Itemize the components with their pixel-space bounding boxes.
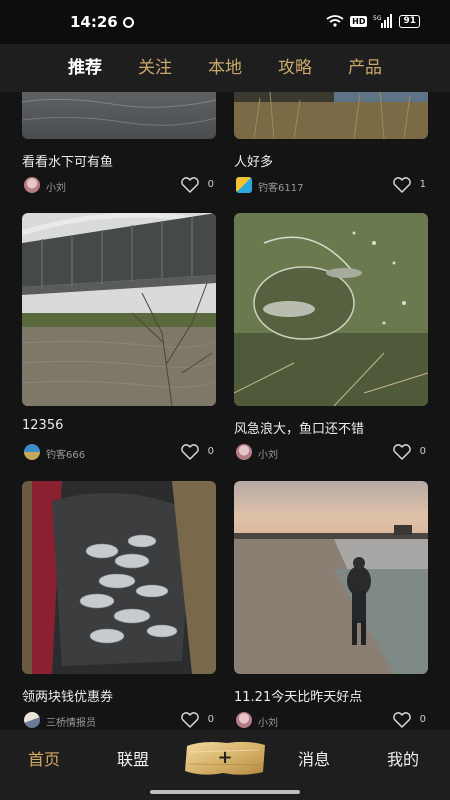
heart-icon[interactable]: [392, 443, 412, 461]
signal-icon: 5G: [373, 14, 393, 28]
post-card[interactable]: 人好多 钓客6117 1: [234, 92, 428, 196]
post-photo[interactable]: [234, 92, 428, 139]
tab-guides[interactable]: 攻略: [260, 44, 330, 92]
avatar: [236, 444, 252, 460]
like-count: 1: [419, 179, 426, 190]
heart-icon[interactable]: [180, 176, 200, 194]
top-tab-bar: 推荐 关注 本地 攻略 产品: [0, 44, 450, 92]
heart-icon[interactable]: [180, 443, 200, 461]
post-title: 领两块钱优惠券: [22, 690, 114, 704]
avatar: [24, 712, 40, 728]
post-card[interactable]: 看看水下可有鱼 小刘 0: [22, 92, 216, 196]
status-time: 14:26: [70, 13, 118, 31]
post-meta: 小刘 0: [234, 441, 428, 463]
post-author: 小刘: [258, 718, 278, 729]
post-photo[interactable]: [22, 92, 216, 139]
nav-messages[interactable]: 消息: [298, 746, 330, 770]
tab-products[interactable]: 产品: [330, 44, 400, 92]
post-title: 11.21今天比昨天好点: [234, 690, 363, 704]
post-author: 钓客666: [46, 450, 86, 461]
post-card[interactable]: 12356 钓客666 0: [22, 213, 216, 463]
post-card[interactable]: 领两块钱优惠券 三桥情报员 0: [22, 481, 216, 730]
post-photo[interactable]: [234, 213, 428, 406]
post-meta: 小刘 0: [22, 174, 216, 196]
post-title: 看看水下可有鱼: [22, 155, 114, 169]
post-card[interactable]: 11.21今天比昨天好点 小刘 0: [234, 481, 428, 730]
post-card[interactable]: 风急浪大，鱼口还不错 小刘 0: [234, 213, 428, 463]
like-count: 0: [419, 446, 426, 457]
bottom-nav: 首页 联盟 + 消息 我的: [0, 730, 450, 786]
like-count: 0: [207, 446, 214, 457]
like-count: 0: [207, 179, 214, 190]
post-meta: 钓客666 0: [22, 441, 216, 463]
tab-recommend[interactable]: 推荐: [50, 44, 120, 92]
avatar: [236, 712, 252, 728]
avatar: [24, 177, 40, 193]
post-title: 人好多: [234, 155, 274, 169]
post-title: 风急浪大，鱼口还不错: [234, 422, 365, 436]
post-photo[interactable]: [22, 481, 216, 674]
post-meta: 三桥情报员 0: [22, 709, 216, 730]
status-bar: 14:26 HD 5G 91: [0, 0, 450, 44]
like-count: 0: [419, 714, 426, 725]
battery-level: 91: [399, 14, 420, 28]
network-label: 5G: [373, 15, 382, 22]
post-meta: 钓客6117 1: [234, 174, 428, 196]
post-photo[interactable]: [234, 481, 428, 674]
tab-local[interactable]: 本地: [190, 44, 260, 92]
add-post-button[interactable]: +: [183, 738, 267, 778]
post-author: 小刘: [46, 183, 66, 194]
status-icons: HD 5G 91: [326, 14, 420, 28]
avatar: [24, 444, 40, 460]
heart-icon[interactable]: [392, 176, 412, 194]
like-count: 0: [207, 714, 214, 725]
post-meta: 小刘 0: [234, 709, 428, 730]
avatar: [236, 177, 252, 193]
post-title: 12356: [22, 418, 64, 433]
heart-icon[interactable]: [392, 711, 412, 729]
nav-mine[interactable]: 我的: [387, 746, 419, 770]
nav-alliance[interactable]: 联盟: [117, 746, 149, 770]
home-indicator[interactable]: [150, 790, 300, 794]
wifi-icon: [326, 15, 344, 27]
heart-icon[interactable]: [180, 711, 200, 729]
nav-home[interactable]: 首页: [28, 746, 60, 770]
notification-ring-icon: [123, 17, 134, 28]
tab-follow[interactable]: 关注: [120, 44, 190, 92]
hd-badge: HD: [350, 15, 368, 27]
post-feed[interactable]: 看看水下可有鱼 小刘 0 人好多 钓客6117 1 12356 钓客666 0 …: [0, 92, 450, 730]
post-author: 小刘: [258, 450, 278, 461]
post-author: 三桥情报员: [46, 718, 96, 729]
add-label: +: [217, 747, 233, 768]
post-photo[interactable]: [22, 213, 216, 406]
post-author: 钓客6117: [258, 183, 304, 194]
